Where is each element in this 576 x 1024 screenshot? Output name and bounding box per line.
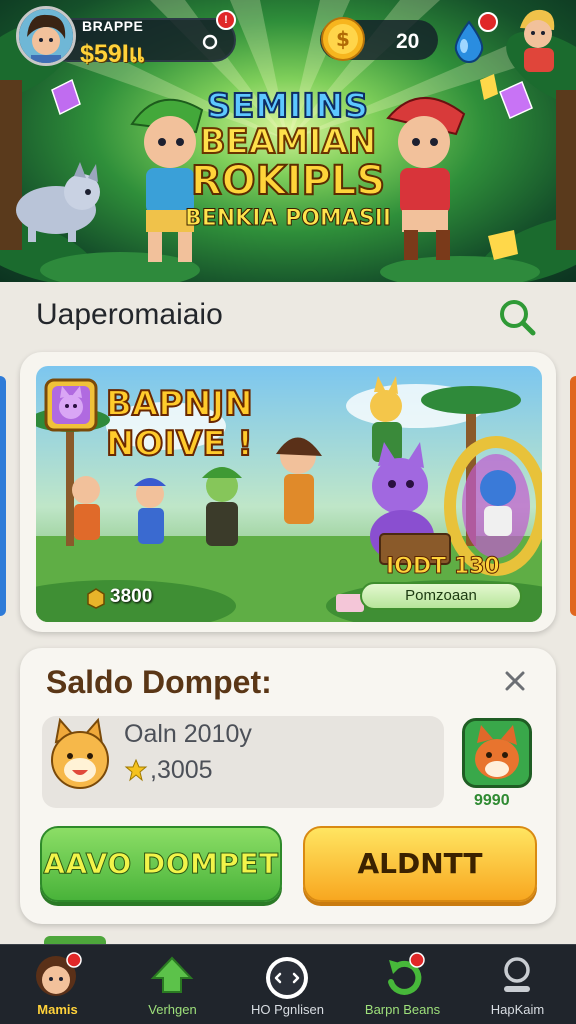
gem-notification-badge[interactable] bbox=[478, 12, 498, 32]
wallet-title: Saldo Dompet: bbox=[46, 664, 272, 700]
notification-badge[interactable]: ! bbox=[216, 10, 236, 30]
nav-item-home[interactable]: Mamis bbox=[0, 944, 115, 1024]
secondary-wallet-button[interactable]: ALDNTT bbox=[303, 826, 537, 902]
red-kid-character bbox=[72, 476, 100, 540]
coin-icon: $ bbox=[321, 17, 365, 61]
blue-kid-character bbox=[134, 478, 166, 544]
nav-label-play: HO Pgnlisen bbox=[251, 1002, 324, 1017]
hero-title-line2: BEAMIAN bbox=[199, 122, 378, 162]
promo-claim-button[interactable]: Pomzoaan bbox=[360, 582, 522, 610]
primary-wallet-button[interactable]: AAVO DOMPET bbox=[40, 826, 282, 902]
nav-label-upgrade: Verhgen bbox=[148, 1002, 197, 1017]
nav-label-refresh: Barpn Beans bbox=[364, 1002, 441, 1017]
promo-count: 3800 bbox=[110, 586, 153, 607]
promo-badge-icon bbox=[44, 378, 98, 432]
promo-title-line2: NOIVE ! bbox=[105, 423, 254, 465]
nav-item-refresh[interactable]: Barpn Beans bbox=[345, 944, 460, 1024]
player-name: BRAPPE bbox=[82, 18, 144, 34]
controller-icon bbox=[266, 957, 308, 999]
gold-coin-icon bbox=[87, 588, 105, 609]
promo-price: IODT 130 bbox=[386, 554, 501, 580]
hero-title-line3: ROKIPLS bbox=[190, 158, 386, 204]
wallet-star-balance: ,3005 bbox=[150, 756, 213, 784]
promo-title: BAPNJN NOIVE ! bbox=[105, 383, 254, 465]
user-icon bbox=[504, 957, 530, 992]
coin-count: 20 bbox=[396, 30, 420, 53]
search-icon[interactable] bbox=[496, 296, 538, 338]
wallet-info-line: Oaln 2010y bbox=[124, 720, 252, 748]
svg-text:$: $ bbox=[336, 27, 350, 51]
player-balance: $59Iแ bbox=[80, 40, 145, 68]
nav-item-account[interactable]: HapKaim bbox=[460, 944, 575, 1024]
search-icon[interactable] bbox=[202, 34, 220, 52]
refresh-icon bbox=[388, 952, 425, 995]
wallet-item-count: 9990 bbox=[474, 792, 510, 809]
carousel-next-card[interactable] bbox=[570, 376, 576, 616]
carousel-prev-card[interactable] bbox=[0, 376, 6, 616]
hero-title-line1: SEMIINS bbox=[206, 86, 370, 125]
hero-subtitle: BENKIA POMASII bbox=[184, 206, 392, 232]
nav-label-home: Mamis bbox=[37, 1002, 78, 1017]
promo-title-line1: BAPNJN bbox=[105, 383, 254, 425]
star-icon bbox=[124, 758, 148, 782]
nav-item-upgrade[interactable]: Verhgen bbox=[115, 944, 230, 1024]
friend-avatar[interactable] bbox=[506, 4, 566, 74]
nav-label-account: HapKaim bbox=[490, 1002, 545, 1017]
shiba-pet-icon bbox=[51, 717, 109, 789]
close-icon[interactable] bbox=[502, 668, 528, 694]
player-profile[interactable]: BRAPPE $59Iแ ! bbox=[16, 6, 238, 68]
avatar[interactable] bbox=[16, 6, 76, 66]
hero-banner: SEMIINS BEAMIAN ROKIPLS BENKIA POMASII B… bbox=[0, 0, 576, 282]
goblin-character bbox=[202, 467, 242, 546]
fox-item-icon bbox=[465, 721, 529, 785]
profile-avatar-icon bbox=[36, 952, 82, 996]
arrow-up-icon bbox=[150, 956, 194, 993]
section-title: Uaperomaiaio bbox=[36, 298, 223, 331]
hero-title: SEMIINS BEAMIAN ROKIPLS BENKIA POMASII bbox=[0, 86, 576, 234]
nav-item-play[interactable]: HO Pgnlisen bbox=[230, 944, 345, 1024]
wallet-item-slot[interactable] bbox=[462, 718, 532, 788]
